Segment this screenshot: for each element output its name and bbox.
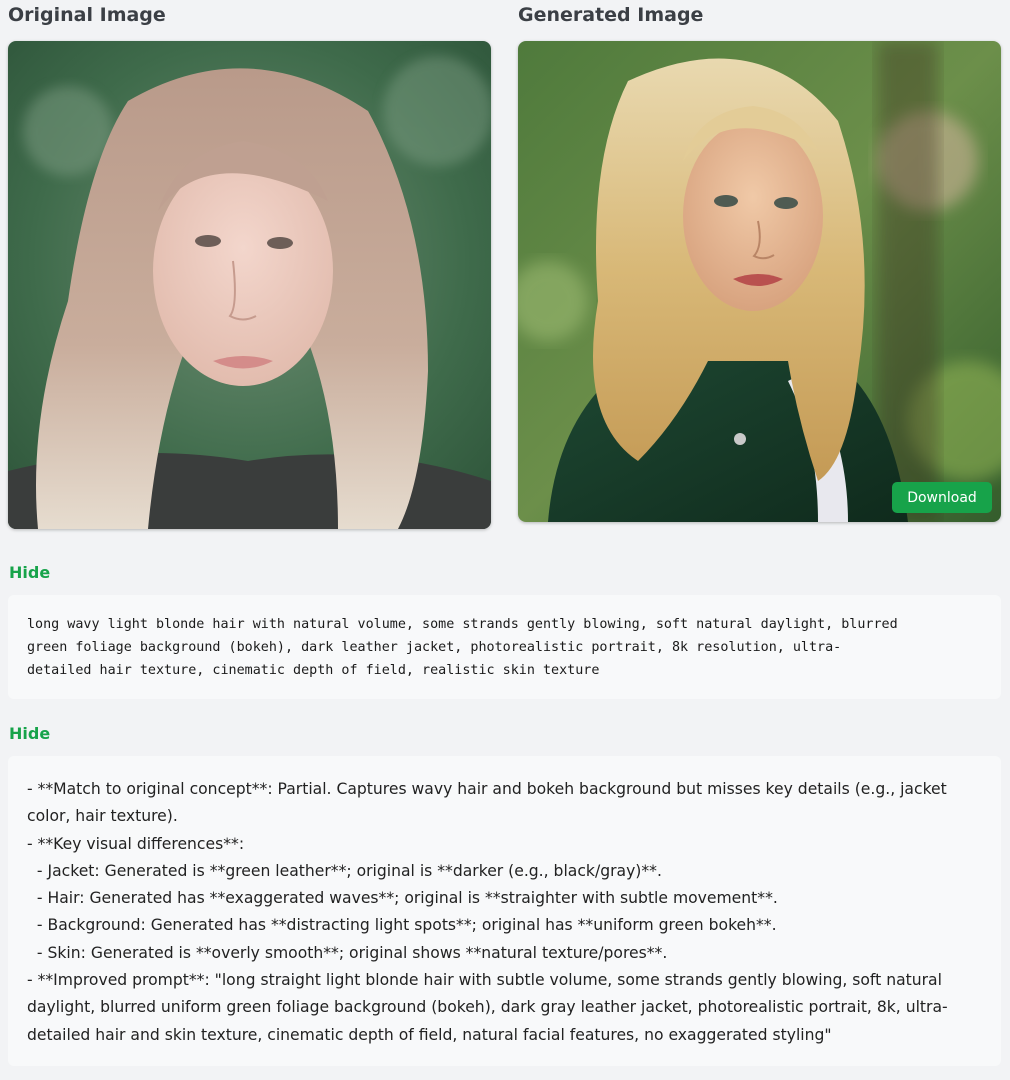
original-image xyxy=(8,41,491,529)
prompt-hide-toggle[interactable]: Hide xyxy=(9,563,50,582)
analysis-line: color, hair texture). xyxy=(27,807,178,826)
analysis-box: - **Match to original concept**: Partial… xyxy=(8,756,1001,1066)
original-portrait-photo xyxy=(8,41,491,529)
analysis-line: daylight, blurred uniform green foliage … xyxy=(27,998,948,1017)
prompt-box: long wavy light blonde hair with natural… xyxy=(8,595,1001,699)
analysis-line: - Jacket: Generated is **green leather**… xyxy=(27,861,662,880)
analysis-line: - **Improved prompt**: "long straight li… xyxy=(27,971,942,990)
analysis-line: - Hair: Generated has **exaggerated wave… xyxy=(27,889,778,908)
analysis-line: - **Match to original concept**: Partial… xyxy=(27,780,947,798)
analysis-line: - Background: Generated has **distractin… xyxy=(27,916,777,935)
prompt-text: long wavy light blonde hair with natural… xyxy=(27,617,898,678)
generated-portrait-photo xyxy=(518,41,1001,522)
analysis-line: detailed hair and skin texture, cinemati… xyxy=(27,1025,832,1044)
original-image-title: Original Image xyxy=(8,4,166,26)
analysis-line: - Skin: Generated is **overly smooth**; … xyxy=(27,943,668,962)
generated-image-title: Generated Image xyxy=(518,4,704,26)
download-button[interactable]: Download xyxy=(892,482,992,513)
generated-image: Download xyxy=(518,41,1001,522)
analysis-hide-toggle[interactable]: Hide xyxy=(9,724,50,743)
analysis-line: - **Key visual differences**: xyxy=(27,834,245,853)
